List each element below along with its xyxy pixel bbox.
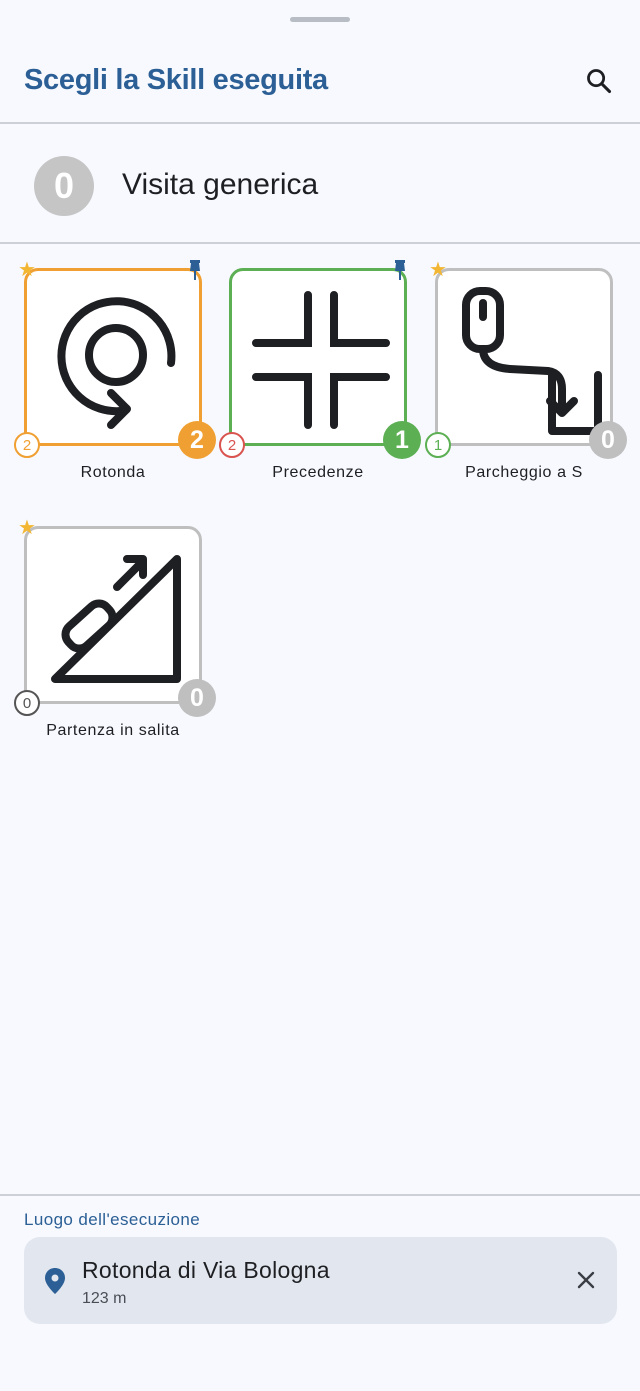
skill-tile-box xyxy=(24,268,202,446)
skill-tile-box xyxy=(229,268,407,446)
visita-divider xyxy=(0,242,640,244)
skill-label: Parcheggio a S xyxy=(465,464,583,481)
close-icon xyxy=(577,1271,595,1289)
location-distance: 123 m xyxy=(82,1290,127,1307)
visita-generica-row[interactable] xyxy=(0,124,640,243)
small-count-badge: 2 xyxy=(219,432,245,458)
footer-divider xyxy=(0,1194,640,1196)
location-section-label: Luogo dell'esecuzione xyxy=(24,1210,201,1229)
roundabout-icon xyxy=(57,297,176,429)
big-count-badge: 0 xyxy=(589,421,627,459)
hill-start-icon xyxy=(51,555,181,683)
star-icon: ★ xyxy=(429,259,447,281)
clear-location-button[interactable] xyxy=(569,1263,603,1297)
visita-count-badge: 0 xyxy=(34,156,94,216)
visita-label: Visita generica xyxy=(122,168,319,201)
skill-tile-partenza-in-salita[interactable]: ★ 0 0 Partenza in salita xyxy=(14,518,228,758)
star-icon: ★ xyxy=(18,517,36,539)
parking-s-icon xyxy=(462,287,602,435)
bottom-sheet: Scegli la Skill eseguita 0 Visita generi… xyxy=(0,0,640,1391)
skill-label: Precedenze xyxy=(272,464,364,481)
star-icon: ★ xyxy=(18,259,36,281)
skill-label: Partenza in salita xyxy=(46,722,180,739)
small-count-badge: 2 xyxy=(14,432,40,458)
location-pin-icon xyxy=(45,1268,65,1294)
small-count-badge: 0 xyxy=(14,690,40,716)
drag-handle[interactable] xyxy=(290,17,350,22)
location-card[interactable]: Rotonda di Via Bologna 123 m xyxy=(24,1237,617,1324)
location-name: Rotonda di Via Bologna xyxy=(82,1257,330,1283)
search-button[interactable] xyxy=(578,60,620,102)
skill-tile-box xyxy=(435,268,613,446)
skill-tile-precedenze[interactable]: 2 1 Precedenze xyxy=(219,260,433,500)
big-count-badge: 1 xyxy=(383,421,421,459)
pin-icon xyxy=(190,260,200,280)
skill-tile-parcheggio-a-s[interactable]: ★ 1 0 Parcheggio a S xyxy=(425,260,639,500)
skill-tile-rotonda[interactable]: ★ 2 2 Rotonda xyxy=(14,260,228,500)
skill-label: Rotonda xyxy=(80,464,146,481)
small-count-badge: 1 xyxy=(425,432,451,458)
big-count-badge: 2 xyxy=(178,421,216,459)
big-count-badge: 0 xyxy=(178,679,216,717)
skill-tile-box xyxy=(24,526,202,704)
search-icon xyxy=(587,69,612,94)
intersection-icon xyxy=(252,291,390,429)
page-title: Scegli la Skill eseguita xyxy=(24,64,328,96)
pin-icon xyxy=(395,260,405,280)
